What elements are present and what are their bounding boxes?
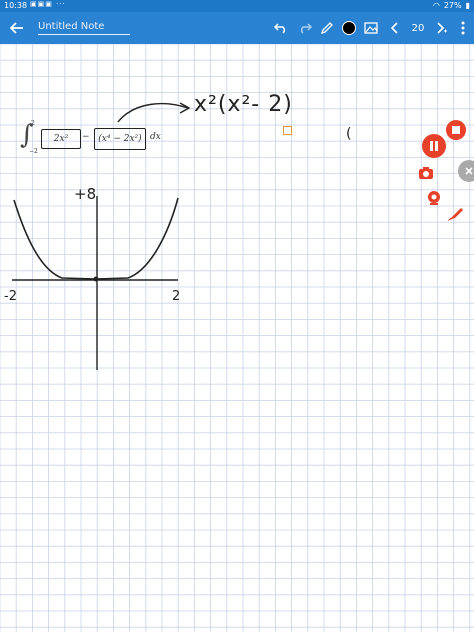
- redo-button[interactable]: [296, 17, 314, 39]
- recorder-menu-button[interactable]: [458, 160, 474, 182]
- status-bar: 10:38 ▣▣▣ ··· ◠ 27% ▮: [0, 0, 474, 12]
- color-picker-button[interactable]: [340, 17, 358, 39]
- battery-level: 27%: [443, 1, 462, 10]
- x-axis-left-label: -2: [4, 289, 17, 304]
- undo-icon: [274, 23, 286, 34]
- chevron-right-icon: [437, 22, 447, 34]
- integral-upper-limit: 2: [31, 120, 35, 127]
- page-number[interactable]: 20: [408, 17, 428, 39]
- formula-dx: dx: [150, 132, 161, 142]
- pen-icon: [320, 22, 333, 35]
- pause-icon: [430, 141, 438, 151]
- more-options-button[interactable]: [454, 17, 472, 39]
- status-right: ◠ 27% ▮: [433, 1, 470, 10]
- formula-minus: −: [82, 132, 90, 142]
- previous-page-button[interactable]: [386, 17, 404, 39]
- image-icon: [364, 22, 378, 34]
- close-icon: [465, 167, 473, 175]
- brush-icon: [448, 208, 463, 221]
- screenshot-button[interactable]: [418, 165, 434, 179]
- pasted-formula-image[interactable]: ∫ 2 −2 2x² − (x⁴ − 2x²) dx: [18, 118, 161, 158]
- note-title-field[interactable]: Untitled Note: [38, 21, 130, 35]
- stop-recording-button[interactable]: [446, 120, 466, 140]
- undo-button[interactable]: [272, 17, 290, 39]
- wifi-icon: ◠: [432, 1, 440, 10]
- formula-term-2: (x⁴ − 2x²): [98, 134, 142, 144]
- status-time: 10:38: [4, 1, 28, 10]
- note-toolbar: Untitled Note 20: [0, 12, 474, 44]
- battery-icon: ▮: [465, 1, 470, 10]
- color-dot: [342, 21, 356, 35]
- integral-lower-limit: −2: [29, 148, 38, 155]
- hand-drawn-graph: [12, 196, 179, 370]
- annotation-brush-button[interactable]: [446, 205, 466, 223]
- stop-icon: [452, 126, 460, 134]
- camera-icon: [419, 167, 433, 179]
- next-page-button[interactable]: [432, 17, 450, 39]
- handwritten-arrow: [117, 102, 191, 123]
- text-cursor-box[interactable]: [283, 126, 292, 135]
- insert-image-button[interactable]: [362, 17, 380, 39]
- formula-term-1: 2x²: [53, 134, 69, 144]
- pen-tool-button[interactable]: [318, 17, 336, 39]
- handwritten-stray-mark: (: [346, 126, 352, 142]
- webcam-toggle-button[interactable]: [426, 190, 442, 206]
- formula-term-box-2: (x⁴ − 2x²): [94, 128, 146, 150]
- webcam-icon: [428, 191, 440, 205]
- back-arrow-icon: [10, 22, 23, 34]
- notification-icons: ▣▣▣ ···: [30, 0, 66, 8]
- formula-term-box-1: 2x²: [41, 129, 81, 149]
- pause-recording-button[interactable]: [422, 134, 446, 158]
- more-icon: [461, 21, 465, 35]
- x-axis-right-label: 2: [172, 289, 181, 304]
- chevron-left-icon: [391, 22, 398, 34]
- y-axis-label: +8: [74, 185, 97, 203]
- back-button[interactable]: [6, 17, 28, 39]
- redo-icon: [300, 23, 312, 34]
- handwritten-expression: x²(x²- 2): [194, 92, 293, 117]
